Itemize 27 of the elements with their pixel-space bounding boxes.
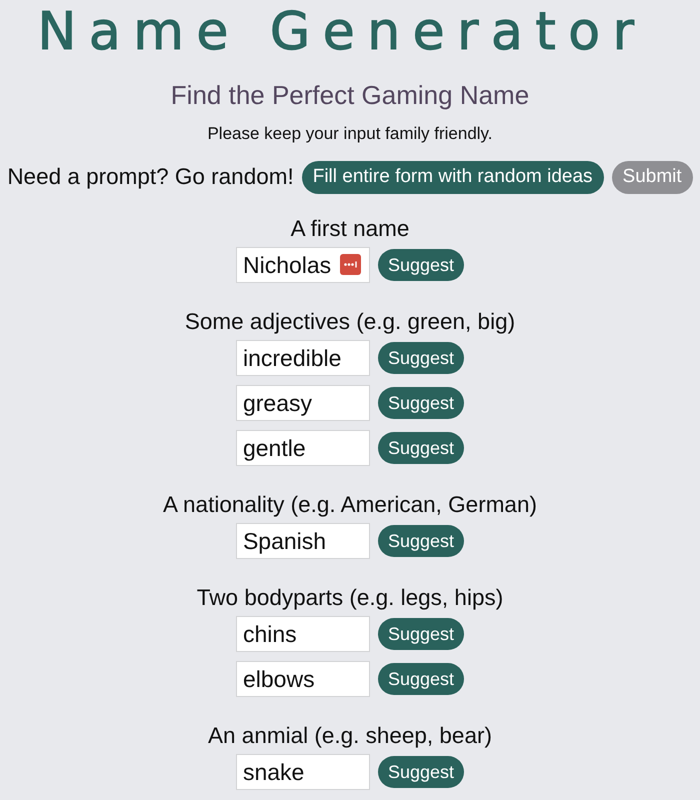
- text-field[interactable]: Spanish: [236, 523, 370, 559]
- text-field[interactable]: Nicholas: [236, 247, 370, 283]
- page-title: Name Generator: [37, 1, 646, 62]
- prompt-text: Need a prompt? Go random!: [7, 164, 294, 190]
- suggest-button[interactable]: Suggest: [378, 618, 464, 650]
- field-label: A nationality (e.g. American, German): [163, 492, 537, 518]
- suggest-button[interactable]: Suggest: [378, 756, 464, 788]
- text-field[interactable]: elbows: [236, 661, 370, 697]
- text-field[interactable]: snake: [236, 754, 370, 790]
- field-label: An anmial (e.g. sheep, bear): [208, 723, 492, 749]
- suggest-button[interactable]: Suggest: [378, 387, 464, 419]
- text-field[interactable]: greasy: [236, 385, 370, 421]
- field-label: A first name: [290, 216, 410, 242]
- suggest-button[interactable]: Suggest: [378, 663, 464, 695]
- suggest-button[interactable]: Suggest: [378, 432, 464, 464]
- password-manager-icon[interactable]: [340, 254, 361, 275]
- suggest-button[interactable]: Suggest: [378, 249, 464, 281]
- field-label: Two bodyparts (e.g. legs, hips): [196, 585, 504, 611]
- suggest-button[interactable]: Suggest: [378, 342, 464, 374]
- text-field[interactable]: chins: [236, 616, 370, 652]
- random-fill-button[interactable]: Fill entire form with random ideas: [302, 160, 604, 194]
- family-friendly-note: Please keep your input family friendly.: [207, 124, 493, 144]
- field-label: Some adjectives (e.g. green, big): [184, 309, 516, 335]
- subtitle: Find the Perfect Gaming Name: [170, 80, 530, 110]
- suggest-button[interactable]: Suggest: [378, 525, 464, 557]
- text-field[interactable]: gentle: [236, 430, 370, 466]
- text-field[interactable]: incredible: [236, 340, 370, 376]
